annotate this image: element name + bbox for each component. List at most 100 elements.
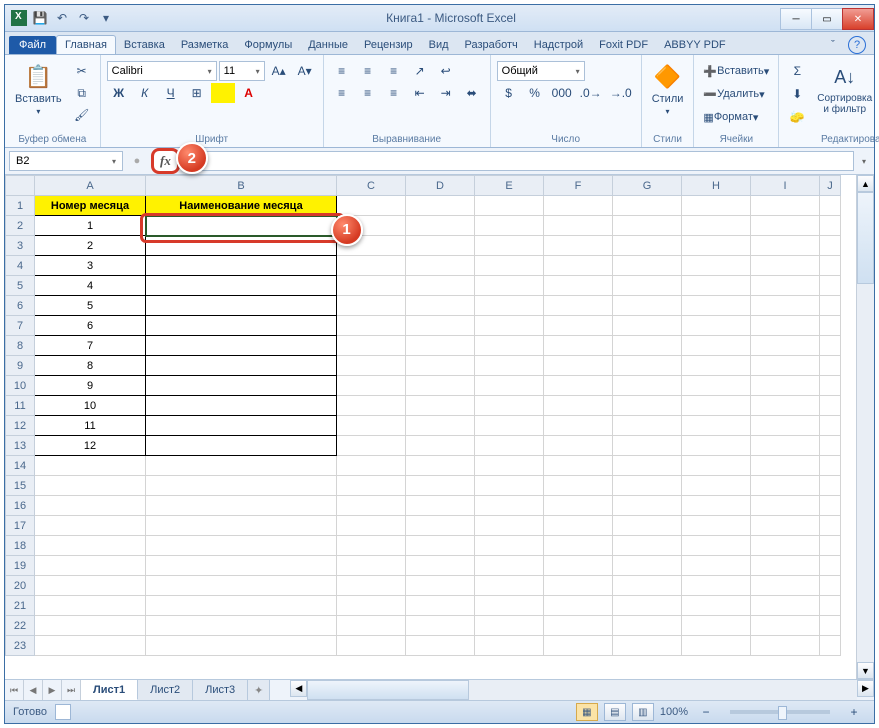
cell-J19[interactable]: [820, 556, 841, 576]
styles-button[interactable]: 🔶 Стили ▾: [648, 61, 688, 118]
tab-insert[interactable]: Вставка: [116, 36, 173, 54]
cell-I14[interactable]: [751, 456, 820, 476]
cell-F18[interactable]: [544, 536, 613, 556]
cell-A6[interactable]: 5: [35, 296, 146, 316]
cell-C16[interactable]: [337, 496, 406, 516]
cell-E22[interactable]: [475, 616, 544, 636]
cell-A5[interactable]: 4: [35, 276, 146, 296]
cell-G22[interactable]: [613, 616, 682, 636]
cell-H7[interactable]: [682, 316, 751, 336]
cell-H2[interactable]: [682, 216, 751, 236]
cell-A7[interactable]: 6: [35, 316, 146, 336]
cell-B6[interactable]: [146, 296, 337, 316]
cell-G6[interactable]: [613, 296, 682, 316]
cell-C20[interactable]: [337, 576, 406, 596]
cell-C23[interactable]: [337, 636, 406, 656]
cell-G15[interactable]: [613, 476, 682, 496]
tab-home[interactable]: Главная: [56, 35, 116, 54]
align-middle-button[interactable]: ≡: [356, 61, 380, 81]
cell-B3[interactable]: [146, 236, 337, 256]
cell-D22[interactable]: [406, 616, 475, 636]
cell-B18[interactable]: [146, 536, 337, 556]
cell-H8[interactable]: [682, 336, 751, 356]
cell-F8[interactable]: [544, 336, 613, 356]
cell-E12[interactable]: [475, 416, 544, 436]
cell-G9[interactable]: [613, 356, 682, 376]
col-header-D[interactable]: D: [406, 176, 475, 196]
row-header-15[interactable]: 15: [6, 476, 35, 496]
tab-formulas[interactable]: Формулы: [236, 36, 300, 54]
cell-B15[interactable]: [146, 476, 337, 496]
cell-B10[interactable]: [146, 376, 337, 396]
row-header-17[interactable]: 17: [6, 516, 35, 536]
cell-J3[interactable]: [820, 236, 841, 256]
scroll-up-button[interactable]: ▲: [857, 175, 874, 192]
font-name-combo[interactable]: Calibri▾: [107, 61, 217, 81]
cell-I18[interactable]: [751, 536, 820, 556]
cell-D19[interactable]: [406, 556, 475, 576]
decrease-font-button[interactable]: A▾: [293, 61, 317, 81]
cell-I9[interactable]: [751, 356, 820, 376]
cell-F12[interactable]: [544, 416, 613, 436]
cell-F15[interactable]: [544, 476, 613, 496]
cell-J11[interactable]: [820, 396, 841, 416]
cell-E17[interactable]: [475, 516, 544, 536]
row-header-11[interactable]: 11: [6, 396, 35, 416]
cell-B2[interactable]: [146, 216, 337, 236]
row-header-3[interactable]: 3: [6, 236, 35, 256]
sort-filter-button[interactable]: A↓ Сортировка и фильтр: [813, 61, 876, 117]
col-header-H[interactable]: H: [682, 176, 751, 196]
cell-G4[interactable]: [613, 256, 682, 276]
align-top-button[interactable]: ≡: [330, 61, 354, 81]
cell-C8[interactable]: [337, 336, 406, 356]
col-header-A[interactable]: A: [35, 176, 146, 196]
delete-cells-button[interactable]: ➖ Удалить ▾: [700, 84, 772, 104]
cell-B19[interactable]: [146, 556, 337, 576]
qat-undo[interactable]: ↶: [53, 9, 71, 27]
align-left-button[interactable]: ≡: [330, 83, 354, 103]
cell-D8[interactable]: [406, 336, 475, 356]
cell-F16[interactable]: [544, 496, 613, 516]
cell-I22[interactable]: [751, 616, 820, 636]
cell-I15[interactable]: [751, 476, 820, 496]
cell-A2[interactable]: 1: [35, 216, 146, 236]
bold-button[interactable]: Ж: [107, 83, 131, 103]
cell-A8[interactable]: 7: [35, 336, 146, 356]
cell-G20[interactable]: [613, 576, 682, 596]
row-header-1[interactable]: 1: [6, 196, 35, 216]
copy-button[interactable]: ⧉: [70, 83, 94, 103]
cell-I11[interactable]: [751, 396, 820, 416]
vscroll-thumb[interactable]: [857, 192, 874, 284]
cell-E6[interactable]: [475, 296, 544, 316]
cell-G1[interactable]: [613, 196, 682, 216]
cell-A18[interactable]: [35, 536, 146, 556]
cell-D13[interactable]: [406, 436, 475, 456]
cell-G10[interactable]: [613, 376, 682, 396]
cell-H14[interactable]: [682, 456, 751, 476]
cell-J18[interactable]: [820, 536, 841, 556]
cell-C14[interactable]: [337, 456, 406, 476]
scroll-left-button[interactable]: ◀: [290, 680, 307, 697]
cell-E3[interactable]: [475, 236, 544, 256]
paste-button[interactable]: 📋 Вставить ▾: [11, 61, 66, 118]
row-header-14[interactable]: 14: [6, 456, 35, 476]
merge-button[interactable]: ⬌: [460, 83, 484, 103]
cell-F23[interactable]: [544, 636, 613, 656]
cell-H11[interactable]: [682, 396, 751, 416]
cell-B7[interactable]: [146, 316, 337, 336]
cut-button[interactable]: ✂: [70, 61, 94, 81]
cell-C18[interactable]: [337, 536, 406, 556]
cell-E11[interactable]: [475, 396, 544, 416]
cell-J4[interactable]: [820, 256, 841, 276]
cell-E15[interactable]: [475, 476, 544, 496]
cell-B17[interactable]: [146, 516, 337, 536]
increase-decimal-button[interactable]: .0→: [577, 83, 605, 103]
cell-J8[interactable]: [820, 336, 841, 356]
cell-J22[interactable]: [820, 616, 841, 636]
cell-C11[interactable]: [337, 396, 406, 416]
cell-H10[interactable]: [682, 376, 751, 396]
cell-G2[interactable]: [613, 216, 682, 236]
cell-E23[interactable]: [475, 636, 544, 656]
sheet-nav-next[interactable]: ▶: [43, 680, 62, 700]
align-center-button[interactable]: ≡: [356, 83, 380, 103]
